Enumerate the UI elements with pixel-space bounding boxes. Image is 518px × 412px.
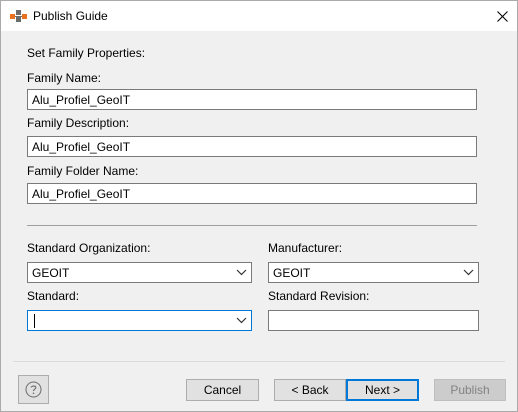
back-button[interactable]: < Back: [274, 379, 346, 401]
standard-revision-label: Standard Revision:: [268, 289, 370, 303]
family-description-label: Family Description:: [27, 116, 130, 130]
manufacturer-label: Manufacturer:: [268, 241, 343, 255]
publish-guide-dialog: Publish Guide Set Family Properties: Fam…: [0, 0, 518, 412]
family-description-input[interactable]: Alu_Profiel_GeoIT: [27, 136, 477, 157]
publish-button[interactable]: Publish: [434, 379, 506, 401]
standard-revision-input[interactable]: [268, 310, 479, 331]
help-button[interactable]: [18, 375, 49, 404]
title-bar: Publish Guide: [1, 1, 517, 31]
family-name-input[interactable]: Alu_Profiel_GeoIT: [27, 89, 477, 110]
standard-organization-value: GEOIT: [32, 266, 70, 280]
chevron-down-icon: [463, 269, 474, 276]
footer-divider: [13, 361, 505, 362]
app-icon: [10, 10, 27, 22]
chevron-down-icon: [236, 317, 247, 324]
standard-dropdown[interactable]: [27, 310, 252, 331]
manufacturer-dropdown[interactable]: GEOIT: [268, 262, 479, 283]
standard-organization-label: Standard Organization:: [27, 241, 151, 255]
text-caret: [34, 314, 35, 328]
help-icon: [25, 381, 42, 398]
section-divider: [27, 225, 477, 226]
standard-organization-dropdown[interactable]: GEOIT: [27, 262, 252, 283]
close-button[interactable]: [487, 1, 517, 31]
chevron-down-icon: [236, 269, 247, 276]
manufacturer-value: GEOIT: [273, 266, 311, 280]
cancel-button[interactable]: Cancel: [186, 379, 259, 401]
family-folder-name-input[interactable]: Alu_Profiel_GeoIT: [27, 183, 477, 204]
family-folder-name-label: Family Folder Name:: [27, 164, 139, 178]
next-button[interactable]: Next >: [346, 379, 419, 401]
window-title: Publish Guide: [33, 9, 108, 23]
family-name-label: Family Name:: [27, 71, 102, 85]
section-heading: Set Family Properties:: [27, 46, 146, 60]
standard-label: Standard:: [27, 289, 80, 303]
close-icon: [496, 10, 508, 22]
